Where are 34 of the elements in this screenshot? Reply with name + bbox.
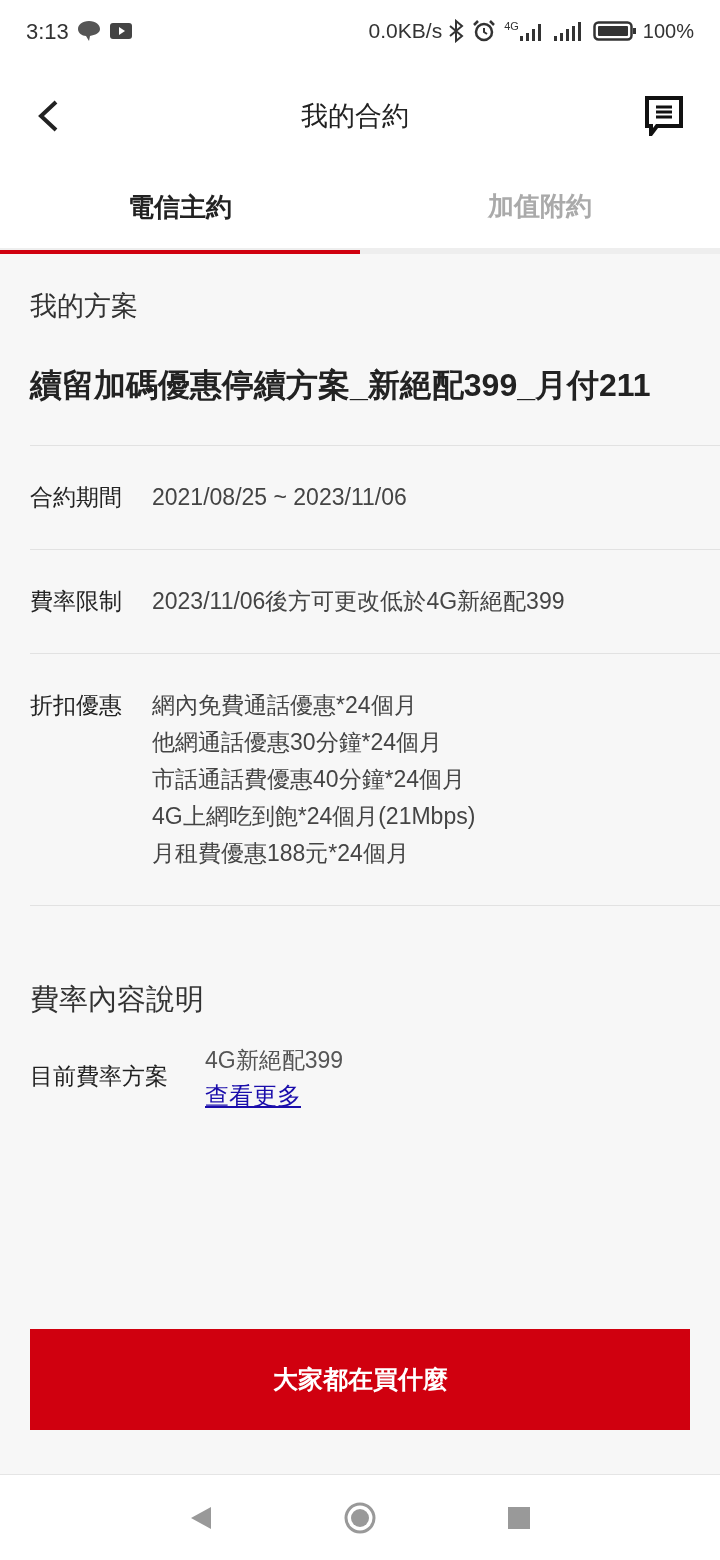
detail-label: 費率限制 [30,586,123,616]
status-time: 3:13 [26,17,69,46]
back-icon [36,99,60,133]
play-icon [108,21,133,41]
alarm-icon [472,19,497,43]
detail-value: 他網通話優惠30分鐘*24個月 [152,727,444,757]
battery-icon [592,20,637,42]
see-more-link[interactable]: 查看更多 [205,1077,301,1114]
home-nav-icon[interactable] [343,1500,377,1535]
network-type: 4G [504,19,519,34]
recents-nav-icon[interactable] [507,1505,531,1530]
detail-value: 網內免費通話優惠*24個月 [152,690,418,720]
detail-label: 折扣優惠 [30,690,123,720]
plan-name: 續留加碼優惠停續方案_新絕配399_月付211 [30,365,652,405]
battery-percent: 100% [642,19,694,44]
message-icon [645,96,683,136]
message-button[interactable] [644,96,684,136]
detail-value: 月租費優惠188元*24個月 [152,838,410,868]
detail-value: 2021/08/25 ~ 2023/11/06 [152,482,407,512]
action-button[interactable]: 大家都在買什麼 [30,1329,690,1430]
signal-icon [552,20,583,42]
rate-value: 4G新絕配399 [205,1046,344,1075]
bluetooth-icon [448,19,465,43]
section-heading: 我的方案 [30,290,139,323]
page-title: 我的合約 [301,99,409,133]
rate-label: 目前費率方案 [30,1062,169,1091]
detail-label: 合約期間 [30,482,123,512]
network-speed: 0.0KB/s [368,18,443,45]
detail-value: 市話通話費優惠40分鐘*24個月 [152,764,467,794]
section-heading: 費率內容說明 [30,981,205,1017]
detail-value: 4G上網吃到飽*24個月(21Mbps) [152,801,476,831]
detail-value: 2023/11/06後方可更改低於4G新絕配399 [152,586,565,616]
chat-bubble-icon [76,20,101,42]
back-nav-icon[interactable] [189,1504,213,1531]
